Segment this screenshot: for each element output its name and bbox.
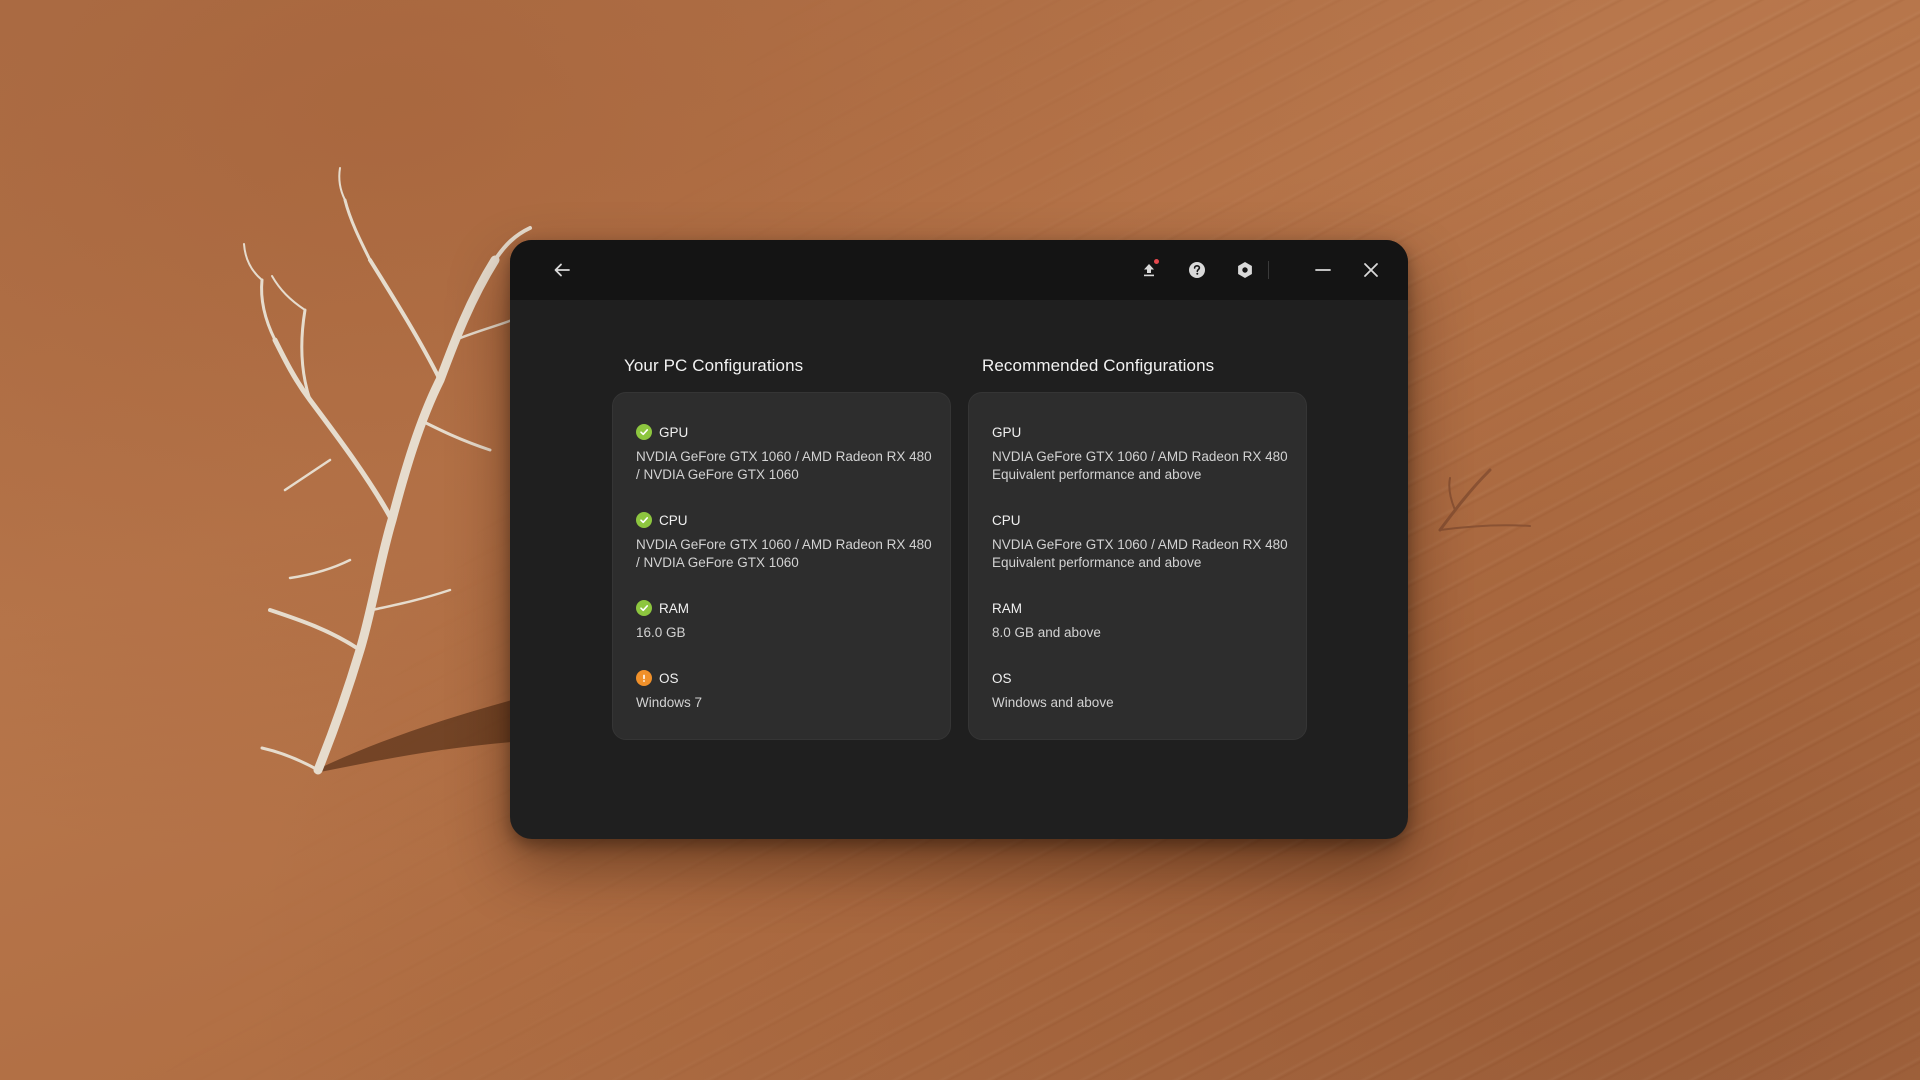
upload-icon [1144, 264, 1154, 277]
item-label: CPU [659, 512, 688, 528]
check-circle-icon [636, 424, 652, 440]
item-value: 8.0 GB and above [992, 625, 1101, 640]
item-label: CPU [992, 512, 1021, 528]
check-circle-icon [636, 600, 652, 616]
item-value: Windows 7 [636, 695, 703, 710]
your-pc-card: GPU NVDIA GeFore GTX 1060 / AMD Radeon R… [612, 392, 951, 740]
your-pc-os: OS Windows 7 [636, 669, 930, 712]
item-value: NVDIA GeFore GTX 1060 / AMD Radeon RX 48… [992, 449, 1288, 482]
recommended-cpu: CPU NVDIA GeFore GTX 1060 / AMD Radeon R… [992, 511, 1288, 572]
check-circle-icon [636, 512, 652, 528]
item-value: Windows and above [992, 695, 1114, 710]
item-value: NVDIA GeFore GTX 1060 / AMD Radeon RX 48… [636, 537, 932, 570]
your-pc-ram: RAM 16.0 GB [636, 599, 930, 642]
recommended-gpu: GPU NVDIA GeFore GTX 1060 / AMD Radeon R… [992, 423, 1288, 484]
item-value: NVDIA GeFore GTX 1060 / AMD Radeon RX 48… [636, 449, 932, 482]
desktop-wallpaper: Your PC Configurations GPU NVDIA GeFore … [0, 0, 1920, 1080]
help-icon [1189, 262, 1205, 278]
item-label: GPU [992, 424, 1022, 440]
recommended-ram: RAM 8.0 GB and above [992, 599, 1286, 642]
minimize-button[interactable] [1303, 250, 1343, 290]
recommended-card: GPU NVDIA GeFore GTX 1060 / AMD Radeon R… [968, 392, 1307, 740]
item-label: OS [992, 670, 1012, 686]
titlebar-divider [1268, 261, 1269, 279]
notification-dot [1154, 259, 1159, 264]
recommended-os: OS Windows and above [992, 669, 1286, 712]
arrow-left-icon [554, 263, 570, 277]
item-label: RAM [659, 600, 689, 616]
item-label: OS [659, 670, 679, 686]
close-button[interactable] [1351, 250, 1391, 290]
warning-circle-icon [636, 670, 652, 686]
minimize-icon [1315, 269, 1331, 271]
help-button[interactable] [1177, 250, 1217, 290]
your-pc-gpu: GPU NVDIA GeFore GTX 1060 / AMD Radeon R… [636, 423, 932, 484]
back-button[interactable] [542, 250, 582, 290]
recommended-title: Recommended Configurations [982, 356, 1215, 375]
close-icon [1364, 263, 1378, 277]
item-value: 16.0 GB [636, 625, 686, 640]
item-label: RAM [992, 600, 1022, 616]
settings-button[interactable] [1225, 250, 1265, 290]
title-bar [510, 240, 1408, 300]
item-label: GPU [659, 424, 689, 440]
item-value: NVDIA GeFore GTX 1060 / AMD Radeon RX 48… [992, 537, 1288, 570]
your-pc-title: Your PC Configurations [624, 356, 804, 375]
your-pc-cpu: CPU NVDIA GeFore GTX 1060 / AMD Radeon R… [636, 511, 932, 572]
upload-button[interactable] [1129, 250, 1169, 290]
settings-icon [1238, 262, 1252, 278]
